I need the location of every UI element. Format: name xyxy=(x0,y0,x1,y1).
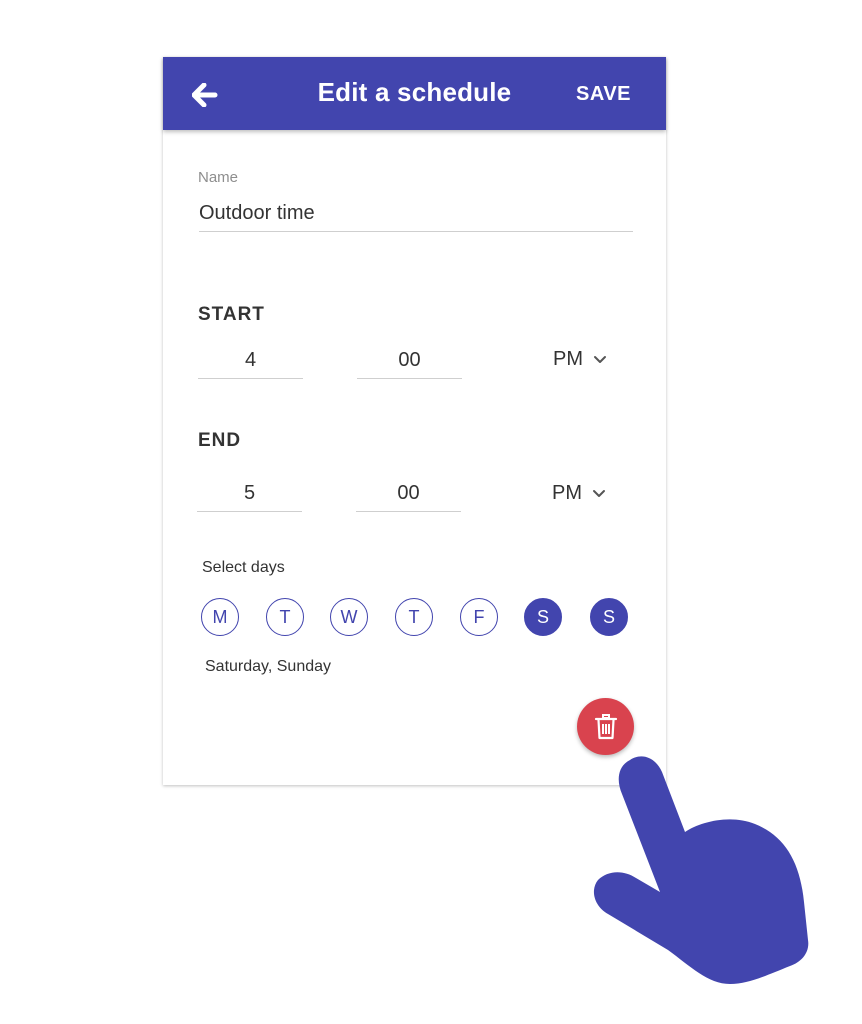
start-period-value: PM xyxy=(553,348,583,370)
end-period-value: PM xyxy=(552,482,582,504)
end-hour-field[interactable] xyxy=(197,475,302,512)
day-wednesday[interactable]: W xyxy=(330,598,368,636)
app-bar: Edit a schedule SAVE xyxy=(163,57,666,130)
day-thursday[interactable]: T xyxy=(395,598,433,636)
back-button[interactable] xyxy=(185,77,225,113)
name-field[interactable] xyxy=(199,195,633,232)
day-tuesday[interactable]: T xyxy=(266,598,304,636)
start-title: START xyxy=(198,304,265,325)
end-title: END xyxy=(198,430,242,451)
trash-icon xyxy=(594,713,617,739)
day-friday[interactable]: F xyxy=(460,598,498,636)
day-picker: M T W T F S S xyxy=(201,598,636,638)
end-minute-field[interactable] xyxy=(356,475,461,512)
chevron-down-icon xyxy=(593,489,605,497)
select-days-label: Select days xyxy=(202,559,285,576)
start-hour-field[interactable] xyxy=(198,342,303,379)
day-monday[interactable]: M xyxy=(201,598,239,636)
selected-days-summary: Saturday, Sunday xyxy=(205,658,332,675)
edit-schedule-card: Edit a schedule SAVE Name START PM END P… xyxy=(163,57,666,785)
day-sunday[interactable]: S xyxy=(590,598,628,636)
end-period-select[interactable]: PM xyxy=(552,482,606,505)
save-button[interactable]: SAVE xyxy=(576,83,631,106)
chevron-down-icon xyxy=(594,355,606,363)
arrow-left-icon xyxy=(192,83,218,107)
name-label: Name xyxy=(198,169,239,186)
delete-button[interactable] xyxy=(577,698,634,755)
start-minute-field[interactable] xyxy=(357,342,462,379)
start-period-select[interactable]: PM xyxy=(553,348,607,371)
page-title: Edit a schedule xyxy=(317,77,512,107)
pointing-hand-icon xyxy=(593,756,809,984)
day-saturday[interactable]: S xyxy=(524,598,562,636)
